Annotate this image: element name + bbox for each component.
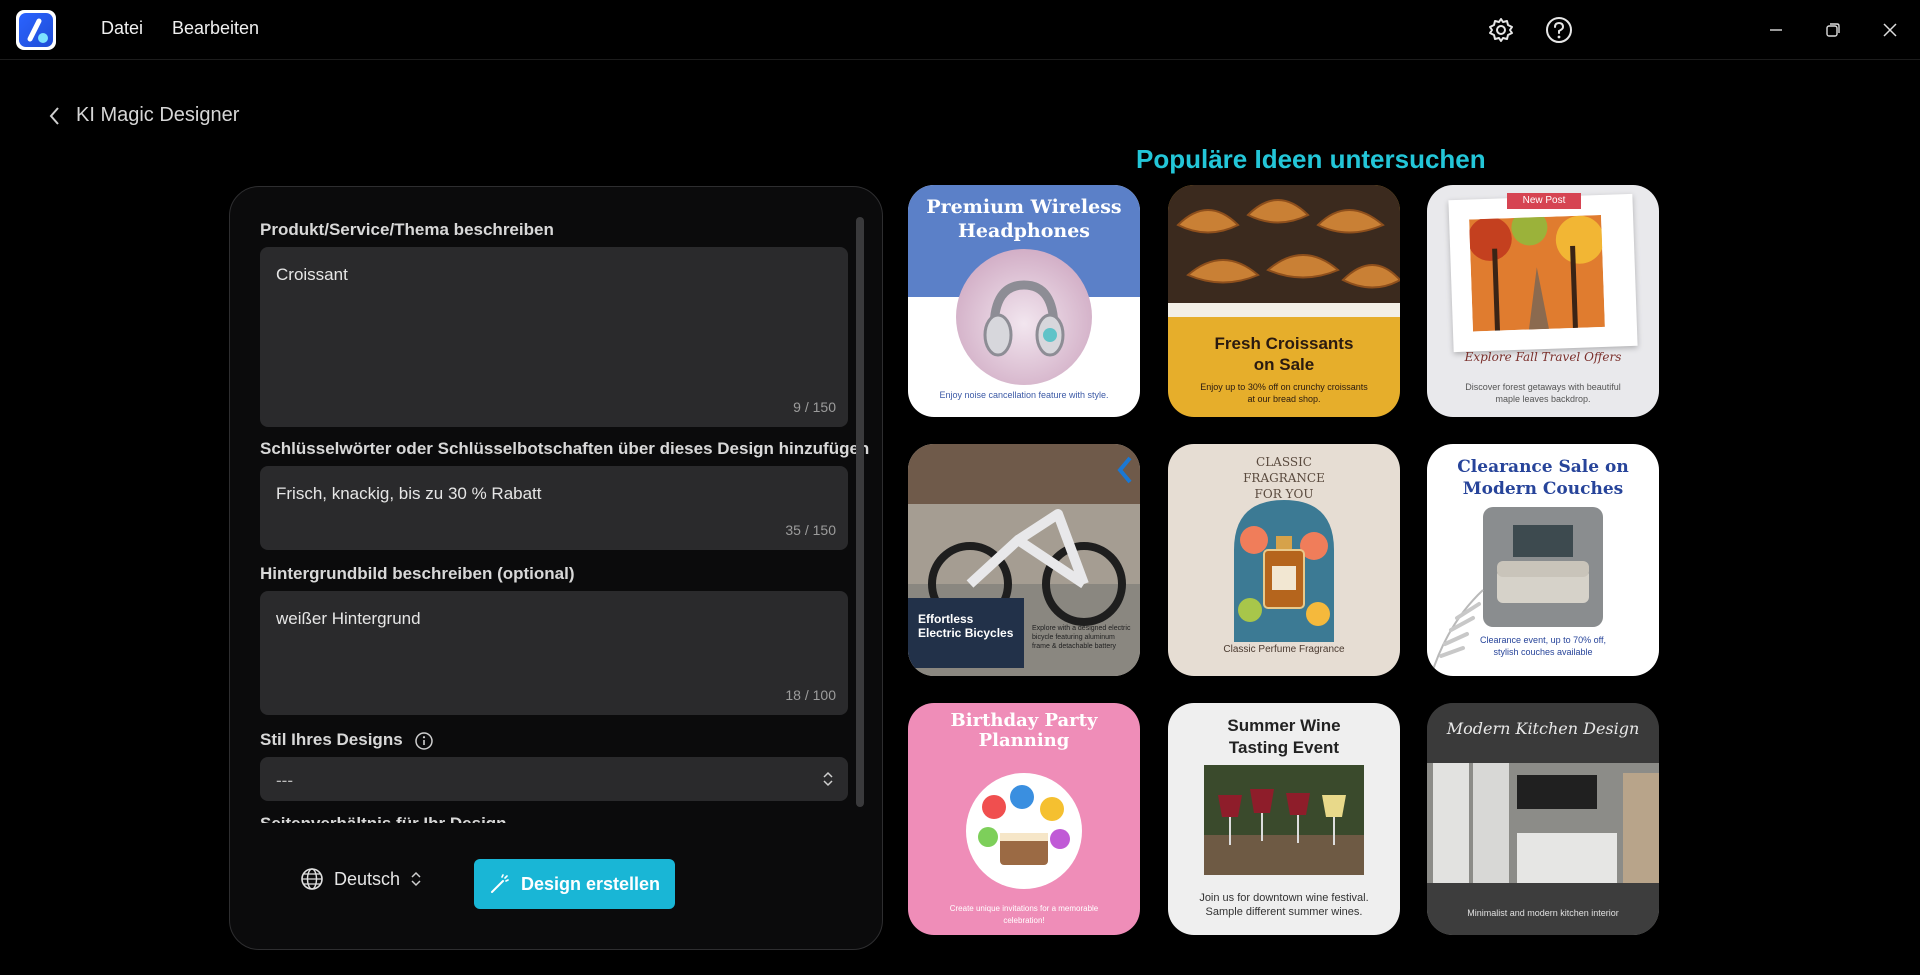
logo-mark-icon: [27, 18, 48, 43]
minimize-icon: [1770, 29, 1782, 31]
new-post-badge: New Post: [1507, 193, 1581, 209]
card-title: Fresh Croissants on Sale: [1214, 334, 1354, 374]
restore-icon: [1826, 23, 1840, 37]
wine-glasses-image: [1204, 765, 1364, 875]
idea-card-kitchen[interactable]: Modern Kitchen Design Minimalist and mod…: [1427, 703, 1659, 935]
menu-bearbeiten[interactable]: Bearbeiten: [172, 18, 259, 39]
polaroid-frame: [1448, 193, 1638, 353]
card-subtitle: Create unique invitations for a memorabl…: [949, 904, 1099, 925]
croissants-graphic: [1168, 199, 1400, 317]
card-title: Birthday Party Planning: [950, 710, 1098, 751]
card-subtitle: Enjoy up to 30% off on crunchy croissant…: [1200, 382, 1368, 404]
card-title: Explore Fall Travel Offers: [1464, 350, 1622, 364]
style-label: Stil Ihres Designs: [260, 730, 434, 750]
close-button[interactable]: [1876, 16, 1904, 44]
keywords-input[interactable]: Frisch, knackig, bis zu 30 % Rabatt 35 /…: [260, 466, 848, 550]
maximize-button[interactable]: [1819, 16, 1847, 44]
cake-balloons-image: [966, 773, 1082, 889]
card-title: Effortless Electric Bicycles: [918, 612, 1014, 640]
keywords-label: Schlüsselwörter oder Schlüsselbotschafte…: [260, 439, 870, 458]
card-subtitle: Discover forest getaways with beautiful …: [1465, 382, 1621, 404]
card-subtitle: Enjoy noise cancellation feature with st…: [939, 390, 1109, 400]
language-updown-icon: [411, 871, 421, 887]
keywords-char-count: 35 / 150: [785, 522, 836, 538]
form-scrollbar[interactable]: [856, 217, 864, 807]
menu-datei[interactable]: Datei: [101, 18, 143, 39]
background-value: weißer Hintergrund: [276, 609, 421, 628]
background-input[interactable]: weißer Hintergrund 18 / 100: [260, 591, 848, 715]
card-title: Summer Wine Tasting Event: [1227, 716, 1341, 757]
card-subtitle: Minimalist and modern kitchen interior: [1467, 908, 1619, 918]
croissant-image: [1168, 185, 1400, 317]
idea-card-ebike[interactable]: Effortless Electric Bicycles Explore wit…: [908, 444, 1140, 676]
keywords-value: Frisch, knackig, bis zu 30 % Rabatt: [276, 484, 542, 503]
help-icon[interactable]: [1545, 16, 1573, 44]
idea-card-fall-travel[interactable]: New Post Explore Fall Travel Offers Disc…: [1427, 185, 1659, 417]
perfume-image: [1234, 500, 1334, 642]
style-label-text: Stil Ihres Designs: [260, 730, 403, 749]
form-scroll-area[interactable]: Produkt/Service/Thema beschreiben Croiss…: [230, 187, 882, 823]
minimize-button[interactable]: [1762, 16, 1790, 44]
page-title: KI Magic Designer: [76, 104, 240, 126]
create-design-label: Design erstellen: [520, 873, 661, 894]
close-icon: [1883, 23, 1897, 37]
card-subtitle: Classic Perfume Fragrance: [1223, 644, 1345, 655]
title-bar: Datei Bearbeiten: [0, 0, 1920, 60]
idea-card-fragrance[interactable]: CLASSIC FRAGRANCE FOR YOU Classic Perfum…: [1168, 444, 1400, 676]
headphones-image: [956, 249, 1092, 385]
idea-card-couches[interactable]: Clearance Sale on Modern Couches Clearan…: [1427, 444, 1659, 676]
card-subtitle: Clearance event, up to 70% off, stylish …: [1480, 635, 1606, 657]
card-subtitle: Join us for downtown wine festival. Samp…: [1199, 892, 1369, 918]
background-label: Hintergrundbild beschreiben (optional): [260, 564, 575, 583]
ratio-label: Seitenverhältnis für Ihr Design: [260, 814, 507, 823]
style-select-value: ---: [276, 771, 293, 790]
back-header[interactable]: KI Magic Designer: [48, 104, 239, 127]
language-label: Deutsch: [334, 868, 401, 889]
design-form-panel: Produkt/Service/Thema beschreiben Croiss…: [229, 186, 883, 950]
headphones-icon: [983, 280, 1065, 357]
info-icon[interactable]: [415, 731, 434, 750]
card-title: Premium Wireless Headphones: [926, 196, 1122, 242]
card-subtitle: Explore with a designed electric bicycle…: [1032, 625, 1131, 650]
describe-value: Croissant: [276, 265, 348, 284]
select-updown-icon: [823, 771, 833, 787]
card-title: Clearance Sale on Modern Couches: [1457, 457, 1629, 499]
couch-image: [1483, 507, 1603, 627]
idea-card-birthday[interactable]: Birthday Party Planning Create unique in…: [908, 703, 1140, 935]
ideas-title: Populäre Ideen untersuchen: [1136, 144, 1486, 174]
describe-label: Produkt/Service/Thema beschreiben: [260, 220, 554, 239]
card-title: CLASSIC FRAGRANCE FOR YOU: [1243, 455, 1325, 501]
background-char-count: 18 / 100: [785, 687, 836, 703]
language-selector[interactable]: Deutsch: [300, 867, 422, 891]
idea-card-croissants[interactable]: Fresh Croissants on Sale Enjoy up to 30%…: [1168, 185, 1400, 417]
chevron-left-icon[interactable]: [48, 106, 62, 126]
idea-card-wine[interactable]: Summer Wine Tasting Event Join us for do…: [1168, 703, 1400, 935]
globe-icon: [301, 868, 323, 890]
leaf-decoration-icon: [1430, 589, 1484, 676]
idea-card-headphones[interactable]: Premium Wireless Headphones Enjoy noise …: [908, 185, 1140, 417]
describe-input[interactable]: Croissant 9 / 150: [260, 247, 848, 427]
magic-wand-icon: [490, 874, 509, 893]
forest-path-image: [1469, 214, 1605, 332]
describe-char-count: 9 / 150: [793, 399, 836, 415]
card-title: Modern Kitchen Design: [1446, 719, 1640, 738]
create-design-button[interactable]: Design erstellen: [474, 859, 675, 909]
style-select[interactable]: ---: [260, 757, 848, 801]
app-logo: [16, 10, 56, 50]
settings-gear-icon[interactable]: [1487, 16, 1515, 44]
